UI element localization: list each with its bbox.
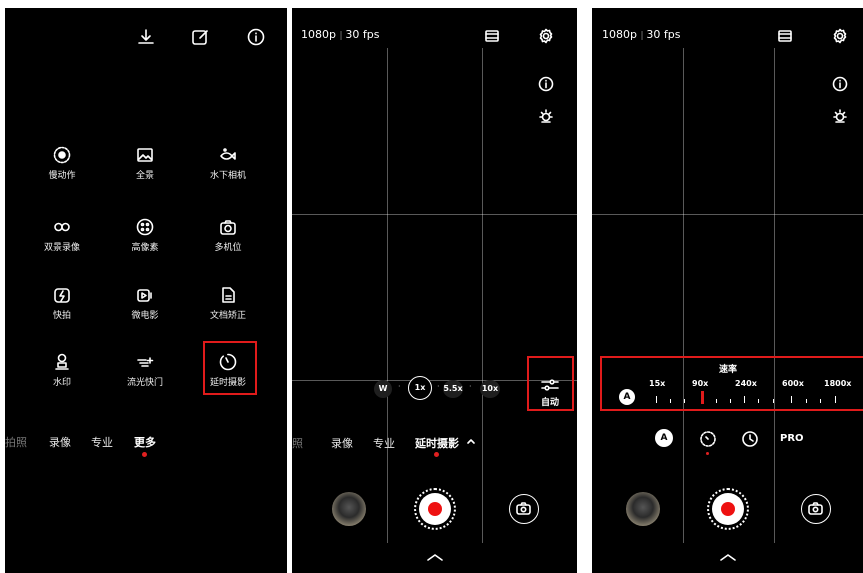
zoom-1x-button[interactable]: 1x — [408, 376, 432, 400]
tab-pro[interactable]: 专业 — [373, 435, 395, 451]
tab-photo[interactable]: 拍照 — [5, 434, 27, 450]
mode-label: 慢动作 — [48, 171, 76, 181]
mode-high-resolution[interactable]: 高像素 — [105, 218, 185, 253]
mode-watermark[interactable]: 水印 — [22, 353, 102, 388]
zoom-5-5x-button[interactable]: 5.5x — [443, 380, 463, 398]
edit-icon[interactable] — [191, 28, 209, 46]
mode-label: 全景 — [135, 171, 154, 181]
tab-timelapse[interactable]: 延时摄影 — [415, 435, 459, 451]
resolution-label: 1080p — [301, 28, 336, 41]
flip-camera-icon — [808, 502, 823, 515]
gallery-thumbnail[interactable] — [332, 492, 366, 526]
clock-icon[interactable] — [741, 430, 759, 448]
tab-photo-partial[interactable]: 照 — [292, 435, 303, 451]
underwater-camera-icon — [220, 148, 236, 160]
highlight-box — [527, 356, 574, 411]
settings-icon[interactable] — [538, 28, 554, 44]
grid-line — [683, 48, 684, 543]
more-modes-screen: 慢动作 全景 水下相机 双景录像 高像素 多机位 快拍 微电影 文档矫正 水印 — [5, 8, 287, 573]
auto-mode-option[interactable]: A — [655, 429, 673, 447]
mode-panorama[interactable]: 全景 — [105, 146, 185, 181]
high-resolution-icon — [136, 218, 154, 236]
record-dot — [721, 502, 735, 516]
settings-icon[interactable] — [832, 28, 848, 44]
brightness-icon[interactable] — [538, 108, 554, 124]
fps-label: 30 fps — [646, 28, 681, 41]
tab-video[interactable]: 录像 — [331, 435, 353, 451]
mode-underwater[interactable]: 水下相机 — [188, 146, 268, 181]
zoom-10x-button[interactable]: 10x — [480, 380, 500, 398]
grid-line — [592, 214, 863, 215]
mode-label: 微电影 — [131, 311, 159, 321]
switch-camera-button[interactable] — [801, 494, 831, 524]
brightness-icon[interactable] — [832, 108, 848, 124]
mode-document-correction[interactable]: 文档矫正 — [188, 286, 268, 321]
tab-more[interactable]: 更多 — [134, 434, 156, 450]
mode-label: 流光快门 — [126, 378, 163, 388]
chevron-up-icon[interactable] — [426, 552, 444, 562]
flip-camera-icon — [516, 502, 531, 515]
active-tab-indicator — [142, 452, 147, 457]
zoom-separator: · — [469, 382, 472, 391]
info-icon[interactable] — [247, 28, 265, 46]
grid-line — [387, 48, 388, 543]
chevron-up-icon[interactable] — [466, 436, 476, 446]
slow-motion-icon — [53, 146, 71, 164]
multi-camera-icon — [220, 220, 236, 235]
dual-view-icon — [54, 222, 70, 232]
mode-multi-camera[interactable]: 多机位 — [188, 218, 268, 253]
mode-label: 快拍 — [52, 311, 71, 321]
video-format-label[interactable]: 1080p | 30 fps — [602, 28, 680, 41]
mode-label: 水下相机 — [209, 171, 246, 181]
film-icon[interactable] — [484, 28, 500, 44]
info-icon[interactable] — [538, 76, 554, 92]
mode-dual-view[interactable]: 双景录像 — [22, 218, 102, 253]
zoom-separator: · — [398, 382, 401, 391]
active-option-indicator — [706, 452, 709, 455]
fps-label: 30 fps — [345, 28, 380, 41]
highlight-box — [600, 356, 863, 411]
mode-label: 多机位 — [214, 243, 242, 253]
micro-movie-icon — [137, 289, 152, 302]
video-format-label[interactable]: 1080p | 30 fps — [301, 28, 379, 41]
mode-label: 双景录像 — [43, 243, 80, 253]
resolution-label: 1080p — [602, 28, 637, 41]
document-correction-icon — [222, 287, 235, 303]
switch-camera-button[interactable] — [509, 494, 539, 524]
mode-micro-movie[interactable]: 微电影 — [105, 286, 185, 321]
grid-line — [482, 48, 483, 543]
mode-quick-snap[interactable]: 快拍 — [22, 286, 102, 321]
tab-pro[interactable]: 专业 — [91, 434, 113, 450]
zoom-wide-button[interactable]: W — [374, 380, 392, 398]
panorama-icon — [137, 148, 153, 162]
pro-mode-option[interactable]: PRO — [780, 433, 804, 444]
record-dot — [428, 502, 442, 516]
watermark-icon — [55, 353, 69, 370]
light-painting-icon — [137, 357, 154, 367]
gallery-thumbnail[interactable] — [626, 492, 660, 526]
film-icon[interactable] — [777, 28, 793, 44]
mode-label: 文档矫正 — [209, 311, 246, 321]
timelapse-icon[interactable] — [699, 430, 717, 448]
mode-label: 水印 — [52, 378, 71, 388]
info-icon[interactable] — [832, 76, 848, 92]
zoom-separator: · — [437, 382, 440, 391]
mode-slow-motion[interactable]: 慢动作 — [22, 146, 102, 181]
download-icon[interactable] — [137, 28, 155, 46]
timelapse-speed-screen: 1080p | 30 fps 速率 A 15x 90x 240x 600x 18… — [592, 8, 863, 573]
grid-line — [292, 214, 577, 215]
highlight-box — [203, 341, 257, 395]
active-tab-indicator — [434, 452, 439, 457]
tab-video[interactable]: 录像 — [49, 434, 71, 450]
mode-light-painting[interactable]: 流光快门 — [105, 353, 185, 388]
timelapse-screen: 1080p | 30 fps W · 1x · 5.5x · 10x 自动 照 … — [292, 8, 577, 573]
chevron-up-icon[interactable] — [719, 552, 737, 562]
quick-snap-icon — [54, 288, 70, 303]
grid-line — [774, 48, 775, 543]
mode-label: 高像素 — [131, 243, 159, 253]
